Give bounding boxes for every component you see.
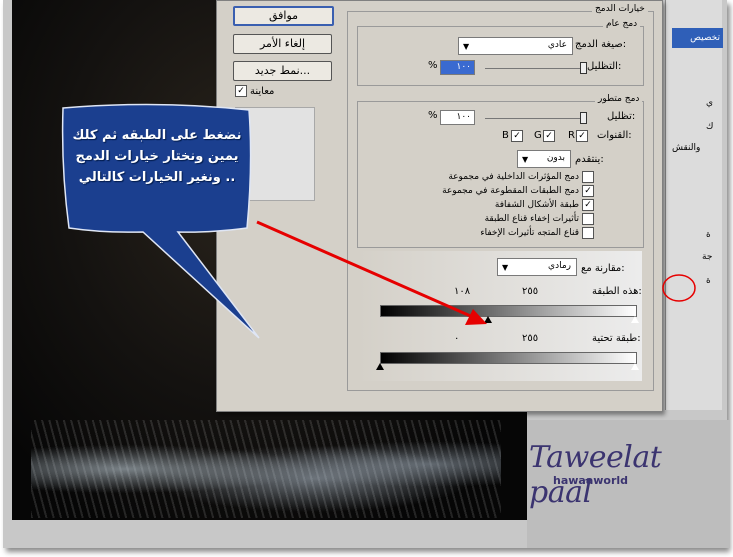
callout-line: نضغط على الطبقه ثم كلك: [72, 128, 242, 143]
callout-text: نضغط على الطبقه ثم كلك يمين ونختار خيارا…: [67, 125, 247, 188]
screenshot-frame: تخصيص ي ك والنقش ة جة ة موافق إلغاء الأم…: [3, 0, 730, 548]
red-arrow-head: [465, 309, 487, 325]
red-highlight-circle: [662, 274, 696, 302]
red-arrow-line: [256, 220, 476, 320]
callout-line: ونغير الخيارات كالتالي ..: [78, 170, 236, 185]
watermark-subtitle: hawaaworld: [553, 474, 629, 487]
callout-line: يمين ونختار خيارات الدمج: [75, 149, 239, 164]
